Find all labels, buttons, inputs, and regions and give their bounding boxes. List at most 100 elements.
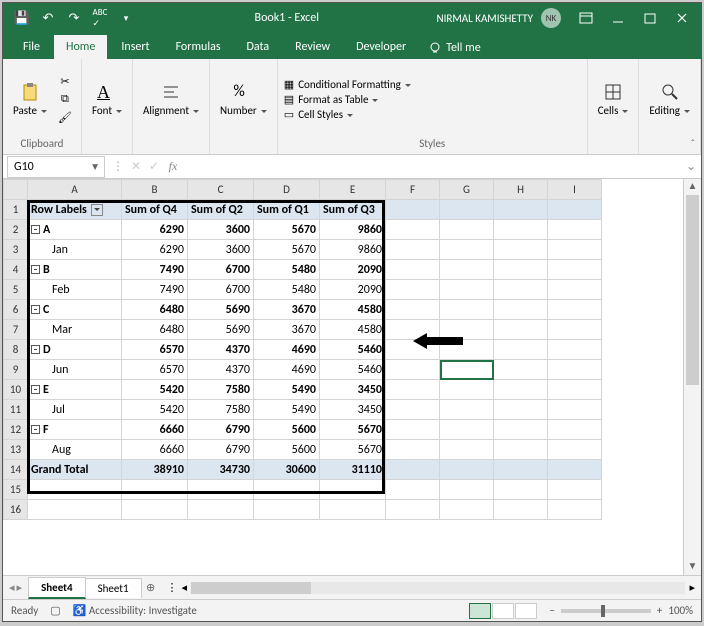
cell[interactable]: 34730 <box>188 460 254 480</box>
cell[interactable]: 6570 <box>122 340 188 360</box>
cell[interactable]: Sum of Q4 <box>122 200 188 220</box>
new-sheet-icon[interactable]: ⊕ <box>141 581 161 594</box>
conditional-formatting-button[interactable]: ▦Conditional Formatting <box>284 78 411 91</box>
cell[interactable] <box>386 240 440 260</box>
row-header[interactable]: 10 <box>4 380 28 400</box>
cancel-icon[interactable]: ✕ <box>127 159 145 174</box>
cell[interactable] <box>548 280 602 300</box>
cell[interactable] <box>122 480 188 500</box>
cell[interactable] <box>494 260 548 280</box>
table-row[interactable]: 10−E5420758054903450 <box>4 380 602 400</box>
collapse-icon[interactable]: − <box>31 425 40 434</box>
zoom-level[interactable]: 100% <box>668 604 693 617</box>
cell[interactable]: −D <box>28 340 122 360</box>
table-row[interactable]: 15 <box>4 480 602 500</box>
vertical-scrollbar[interactable]: ▲ ▼ <box>683 179 701 575</box>
cell[interactable]: Jan <box>28 240 122 260</box>
cell[interactable]: 4580 <box>320 300 386 320</box>
cell[interactable] <box>494 220 548 240</box>
cell[interactable]: 6290 <box>122 220 188 240</box>
cell[interactable]: 5460 <box>320 340 386 360</box>
row-header[interactable]: 15 <box>4 480 28 500</box>
cell[interactable]: 6660 <box>122 420 188 440</box>
cell[interactable] <box>494 440 548 460</box>
cell[interactable]: −A <box>28 220 122 240</box>
format-as-table-button[interactable]: ▤Format as Table <box>284 93 411 106</box>
cell[interactable]: −F <box>28 420 122 440</box>
zoom-in-icon[interactable]: + <box>657 604 662 617</box>
cell[interactable]: 6570 <box>122 360 188 380</box>
cell[interactable] <box>494 240 548 260</box>
col-header[interactable]: E <box>320 180 386 200</box>
cell[interactable] <box>494 320 548 340</box>
cell[interactable] <box>494 480 548 500</box>
tab-formulas[interactable]: Formulas <box>164 35 233 59</box>
table-row[interactable]: 12−F6660679056005670 <box>4 420 602 440</box>
cell[interactable]: Jul <box>28 400 122 420</box>
cell[interactable]: 4690 <box>254 360 320 380</box>
cell[interactable] <box>548 380 602 400</box>
cell[interactable]: 6480 <box>122 300 188 320</box>
tab-insert[interactable]: Insert <box>109 35 161 59</box>
cell[interactable]: 5480 <box>254 280 320 300</box>
collapse-ribbon-icon[interactable]: ˆ <box>691 137 695 150</box>
cell[interactable] <box>386 440 440 460</box>
cell[interactable] <box>386 500 440 520</box>
cell[interactable]: Sum of Q3 <box>320 200 386 220</box>
row-header[interactable]: 12 <box>4 420 28 440</box>
cell[interactable] <box>440 500 494 520</box>
cell[interactable]: 7490 <box>122 260 188 280</box>
col-header[interactable]: I <box>548 180 602 200</box>
cell[interactable] <box>494 280 548 300</box>
cell[interactable] <box>548 300 602 320</box>
col-header[interactable]: C <box>188 180 254 200</box>
cell[interactable] <box>440 360 494 380</box>
cell[interactable]: 7580 <box>188 380 254 400</box>
cut-icon[interactable]: ✂ <box>55 73 75 89</box>
cell[interactable]: 6290 <box>122 240 188 260</box>
table-row[interactable]: 9Jun6570437046905460 <box>4 360 602 380</box>
tab-data[interactable]: Data <box>235 35 282 59</box>
row-header[interactable]: 7 <box>4 320 28 340</box>
cell[interactable] <box>254 500 320 520</box>
cell[interactable]: 30600 <box>254 460 320 480</box>
row-header[interactable]: 16 <box>4 500 28 520</box>
user-avatar[interactable]: NK <box>541 8 561 28</box>
cell[interactable] <box>548 320 602 340</box>
cell[interactable] <box>386 400 440 420</box>
cell[interactable] <box>320 480 386 500</box>
cell[interactable]: 5670 <box>320 440 386 460</box>
row-header[interactable]: 13 <box>4 440 28 460</box>
table-row[interactable]: 6−C6480569036704580 <box>4 300 602 320</box>
sheet-nav-first-icon[interactable]: ◂ <box>9 581 15 594</box>
collapse-icon[interactable]: − <box>31 265 40 274</box>
cell[interactable]: 3670 <box>254 320 320 340</box>
horizontal-scrollbar[interactable]: ⋮◂ ▸ <box>161 581 701 594</box>
cell[interactable] <box>440 400 494 420</box>
cell[interactable] <box>188 500 254 520</box>
cell[interactable] <box>440 260 494 280</box>
cell[interactable]: 6480 <box>122 320 188 340</box>
cell[interactable] <box>494 380 548 400</box>
expand-formula-bar-icon[interactable]: ⌄ <box>681 159 701 174</box>
cell[interactable]: 9860 <box>320 220 386 240</box>
cell[interactable] <box>440 440 494 460</box>
collapse-icon[interactable]: − <box>31 385 40 394</box>
table-row[interactable]: 4−B7490670054802090 <box>4 260 602 280</box>
cell[interactable] <box>28 500 122 520</box>
cell[interactable]: 4690 <box>254 340 320 360</box>
cell[interactable]: 31110 <box>320 460 386 480</box>
row-header[interactable]: 9 <box>4 360 28 380</box>
cell[interactable] <box>548 420 602 440</box>
collapse-icon[interactable]: − <box>31 345 40 354</box>
scroll-left-icon[interactable]: ◂ <box>182 581 188 594</box>
row-header[interactable]: 2 <box>4 220 28 240</box>
enter-icon[interactable]: ✓ <box>145 159 163 174</box>
row-header[interactable]: 14 <box>4 460 28 480</box>
cell[interactable] <box>548 340 602 360</box>
table-row[interactable]: 16 <box>4 500 602 520</box>
cell[interactable]: Sum of Q2 <box>188 200 254 220</box>
sheet-tab[interactable]: Sheet1 <box>85 578 142 598</box>
cell[interactable]: 5600 <box>254 420 320 440</box>
row-header[interactable]: 8 <box>4 340 28 360</box>
